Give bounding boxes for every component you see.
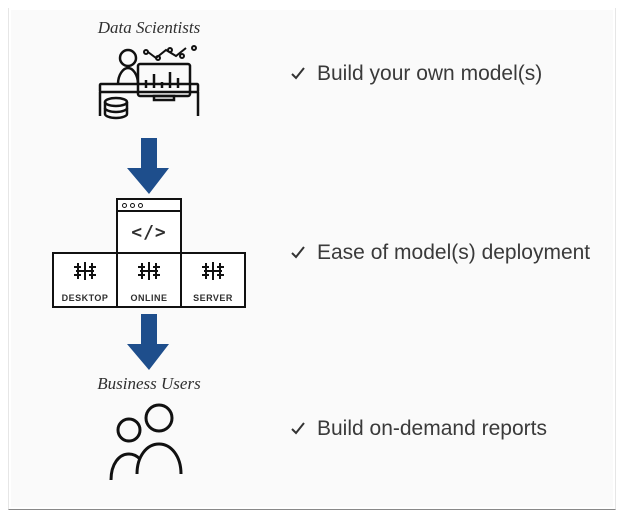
- stage1-graphic: Data Scientists: [9, 18, 289, 130]
- tableau-logo-icon: [200, 258, 226, 284]
- benefit-text-1: Build your own model(s): [317, 62, 542, 86]
- benefit-text-2: Ease of model(s) deployment: [317, 241, 590, 265]
- code-symbol: </>: [118, 212, 180, 252]
- tableau-products-row: DESKTOP ONLINE SERVER: [52, 252, 246, 308]
- tableau-desktop-box: DESKTOP: [52, 252, 118, 308]
- stage-business-users: Business Users Build on-demand reports: [9, 374, 615, 484]
- stage2-graphic: </> DESKTOP ONLIN: [9, 198, 289, 308]
- check-icon: [289, 420, 307, 438]
- tableau-logo-icon: [72, 258, 98, 284]
- check-icon: [289, 65, 307, 83]
- benefit-text-3: Build on-demand reports: [317, 417, 547, 441]
- benefit-row-1: Build your own model(s): [289, 62, 615, 86]
- benefit-row-3: Build on-demand reports: [289, 417, 615, 441]
- stage-data-scientists: Data Scientists: [9, 18, 615, 130]
- product-label-desktop: DESKTOP: [62, 293, 109, 303]
- check-icon: [289, 244, 307, 262]
- tableau-online-box: ONLINE: [116, 252, 182, 308]
- diagram-frame: Data Scientists: [8, 8, 616, 510]
- role-label-bu: Business Users: [97, 374, 200, 394]
- flow-arrow-1: [127, 138, 171, 194]
- data-scientist-icon: [94, 44, 204, 130]
- product-label-server: SERVER: [193, 293, 233, 303]
- code-window-icon: </>: [116, 198, 182, 254]
- flow-arrow-2: [127, 314, 171, 370]
- business-users-icon: [99, 400, 199, 484]
- role-label-ds: Data Scientists: [98, 18, 200, 38]
- product-label-online: ONLINE: [130, 293, 167, 303]
- tableau-logo-icon: [136, 258, 162, 284]
- stage3-graphic: Business Users: [9, 374, 289, 484]
- tableau-server-box: SERVER: [180, 252, 246, 308]
- benefit-row-2: Ease of model(s) deployment: [289, 241, 615, 265]
- stage-tableau: </> DESKTOP ONLIN: [9, 198, 615, 308]
